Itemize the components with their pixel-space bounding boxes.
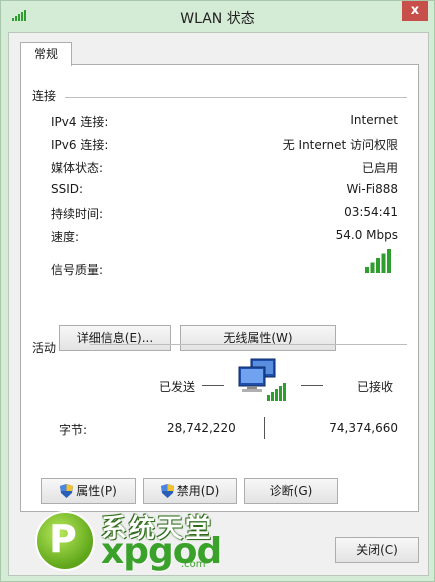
ipv6-value: 无 Internet 访问权限 — [282, 138, 398, 152]
signal-bar — [370, 262, 375, 273]
title-bar[interactable]: WLAN 状态 x — [1, 1, 434, 33]
signal-bar — [381, 253, 386, 273]
watermark: P 系统天堂 xpgod .com — [31, 503, 231, 573]
signal-bar — [365, 267, 369, 273]
media-state-value: 已启用 — [361, 161, 398, 175]
connection-group-divider — [65, 97, 407, 98]
bytes-label: 字节: — [59, 423, 88, 437]
watermark-logo: P — [35, 511, 95, 571]
ssid-label: SSID: — [51, 182, 84, 196]
duration-value: 03:54:41 — [344, 205, 398, 219]
speed-value: 54.0 Mbps — [335, 228, 398, 242]
ssid-value: Wi-Fi888 — [346, 182, 398, 196]
signal-bar — [376, 258, 380, 273]
signal-quality-label: 信号质量: — [51, 263, 104, 277]
ipv6-label: IPv6 连接: — [51, 138, 109, 152]
watermark-brand-com: .com — [181, 559, 206, 570]
properties-button[interactable]: 属性(P) — [41, 478, 136, 504]
tab-panel-general: 连接 IPv4 连接: Internet IPv6 连接: 无 Internet… — [20, 64, 419, 512]
media-state-label: 媒体状态: — [51, 161, 104, 175]
duration-label: 持续时间: — [51, 207, 104, 221]
close-button[interactable]: 关闭(C) — [335, 537, 419, 563]
disable-button-label: 禁用(D) — [176, 484, 220, 498]
signal-strength-icon — [365, 249, 391, 273]
bytes-divider — [264, 417, 265, 439]
bytes-received-value: 74,374,660 — [329, 421, 398, 435]
properties-button-label: 属性(P) — [76, 484, 117, 498]
bytes-sent-value: 28,742,220 — [167, 421, 236, 435]
close-icon[interactable]: x — [402, 1, 428, 21]
tab-general[interactable]: 常规 — [20, 42, 72, 66]
dialog-client-area: 常规 连接 IPv4 连接: Internet IPv6 连接: 无 Inter… — [8, 32, 429, 576]
sent-label: 已发送 — [159, 380, 196, 394]
speed-label: 速度: — [51, 230, 80, 244]
sent-connector-line — [202, 385, 224, 386]
ipv4-label: IPv4 连接: — [51, 115, 109, 129]
activity-group-label: 活动 — [32, 341, 57, 355]
uac-shield-icon — [60, 484, 74, 498]
activity-group-divider — [90, 344, 407, 345]
window-title: WLAN 状态 — [180, 11, 255, 27]
received-label: 已接收 — [357, 380, 394, 394]
received-connector-line — [301, 385, 323, 386]
details-button[interactable]: 详细信息(E)... — [59, 325, 171, 351]
watermark-logo-letter: P — [49, 517, 77, 561]
wlan-status-window: WLAN 状态 x 常规 连接 IPv4 连接: Internet IPv6 连… — [0, 0, 435, 582]
uac-shield-icon — [160, 484, 174, 498]
disable-button[interactable]: 禁用(D) — [143, 478, 237, 504]
ipv4-value: Internet — [350, 113, 398, 127]
connection-group-label: 连接 — [32, 89, 57, 103]
diagnose-button[interactable]: 诊断(G) — [244, 478, 338, 504]
wireless-properties-button[interactable]: 无线属性(W) — [180, 325, 336, 351]
signal-bar — [387, 249, 391, 273]
network-computers-icon — [238, 358, 286, 401]
